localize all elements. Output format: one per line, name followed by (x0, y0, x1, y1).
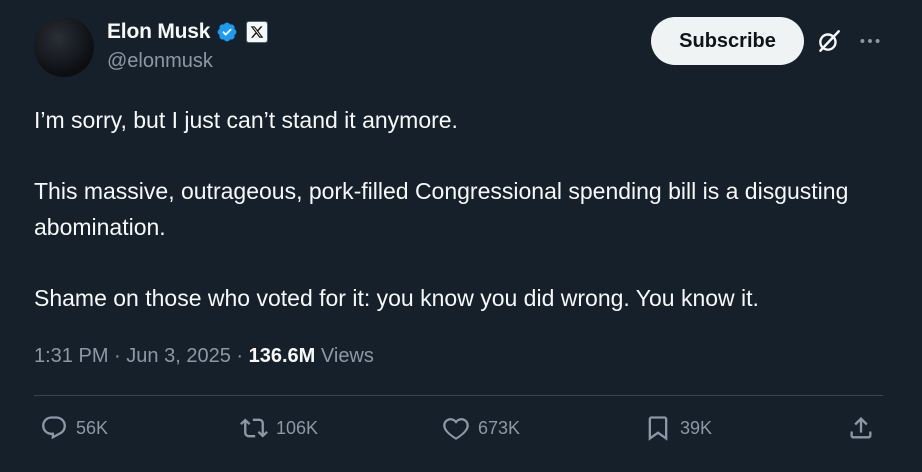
divider (34, 395, 883, 396)
meta-separator: · (236, 345, 244, 367)
reply-count: 56K (76, 417, 109, 438)
grok-icon[interactable] (816, 28, 842, 54)
bookmark-count: 39K (680, 417, 713, 438)
heart-icon (443, 418, 469, 440)
reply-icon (42, 416, 66, 440)
avatar[interactable] (34, 17, 94, 77)
author-name[interactable]: Elon Musk (107, 20, 210, 44)
tweet-date[interactable]: Jun 3, 2025 (126, 345, 231, 367)
views-count: 136.6M (248, 345, 316, 367)
action-bar: 56K 106K 673K 39K (34, 414, 883, 450)
views-label: Views (320, 345, 374, 367)
tweet-paragraph: I’m sorry, but I just can’t stand it any… (34, 107, 458, 133)
meta-separator: · (114, 345, 121, 367)
bookmark-icon (648, 416, 668, 441)
tweet-meta: 1:31 PM · Jun 3, 2025 · 136.6M Views (34, 342, 374, 370)
tweet-time[interactable]: 1:31 PM (34, 345, 108, 367)
verified-badge-icon (217, 22, 237, 42)
subscribe-button[interactable]: Subscribe (651, 17, 804, 65)
tweet-paragraph: Shame on those who voted for it: you kno… (34, 285, 759, 311)
repost-icon (240, 418, 268, 438)
repost-count: 106K (276, 417, 319, 438)
tweet-text: I’m sorry, but I just can’t stand it any… (34, 102, 894, 316)
like-count: 673K (478, 417, 521, 438)
author-handle[interactable]: @elonmusk (107, 50, 213, 73)
more-icon[interactable] (856, 28, 884, 54)
tweet-paragraph: This massive, outrageous, pork-filled Co… (34, 178, 849, 240)
repost-button[interactable]: 106K (240, 414, 318, 442)
share-button[interactable] (847, 414, 875, 442)
share-icon (850, 417, 872, 439)
bookmark-button[interactable]: 39K (644, 414, 712, 442)
like-button[interactable]: 673K (442, 414, 520, 442)
x-logo-icon[interactable] (246, 21, 269, 43)
author-name-row: Elon Musk (107, 17, 269, 47)
reply-button[interactable]: 56K (40, 414, 108, 442)
